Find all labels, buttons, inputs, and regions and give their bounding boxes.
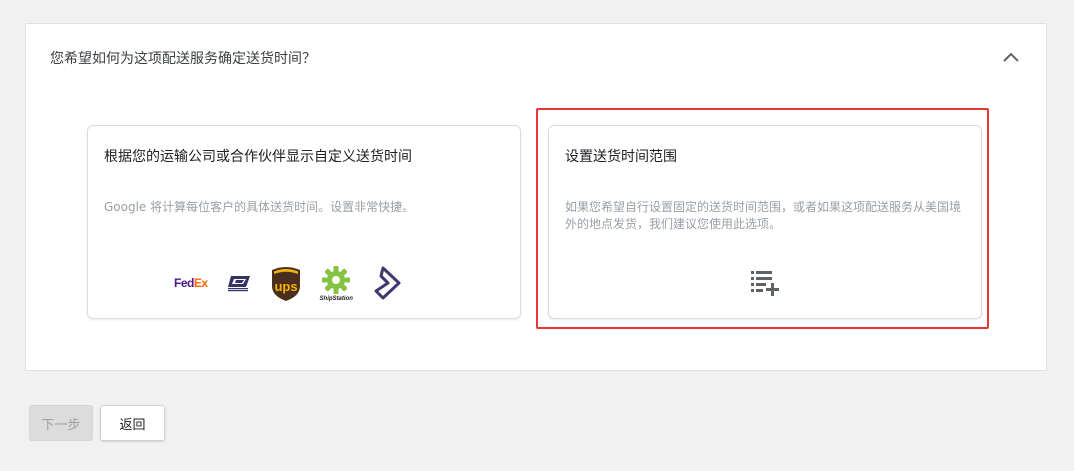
option-title: 设置送货时间范围 <box>565 149 677 165</box>
option-carrier-times[interactable]: 根据您的运输公司或合作伙伴显示自定义送货时间 Google 将计算每位客户的具体… <box>87 125 521 319</box>
delivery-time-panel: 您希望如何为这项配送服务确定送货时间？ 根据您的运输公司或合作伙伴显示自定义送货… <box>25 23 1047 371</box>
option-time-range[interactable]: 设置送货时间范围 如果您希望自行设置固定的送货时间范围，或者如果这项配送服务从美… <box>548 125 982 319</box>
partner-logo <box>371 265 403 301</box>
next-button[interactable]: 下一步 <box>29 405 93 441</box>
option-description: Google 将计算每位客户的具体送货时间。设置非常快捷。 <box>104 200 415 214</box>
option-description: 如果您希望自行设置固定的送货时间范围，或者如果这项配送服务从美国境外的地点发货，… <box>565 200 962 231</box>
option-title: 根据您的运输公司或合作伙伴显示自定义送货时间 <box>104 149 412 165</box>
collapse-button[interactable] <box>998 44 1024 70</box>
playlist-add-icon <box>751 271 779 296</box>
svg-text:ups: ups <box>274 279 297 294</box>
ups-logo: ups <box>270 264 302 302</box>
usps-logo <box>226 273 252 293</box>
fedex-logo: Fed Ex <box>174 276 208 290</box>
carrier-logos: Fed Ex ups ShipStation <box>174 260 403 306</box>
back-button[interactable]: 返回 <box>100 405 165 441</box>
chevron-up-icon <box>1003 52 1019 62</box>
shipstation-logo: ShipStation <box>320 265 353 302</box>
panel-question: 您希望如何为这项配送服务确定送货时间？ <box>50 51 316 67</box>
